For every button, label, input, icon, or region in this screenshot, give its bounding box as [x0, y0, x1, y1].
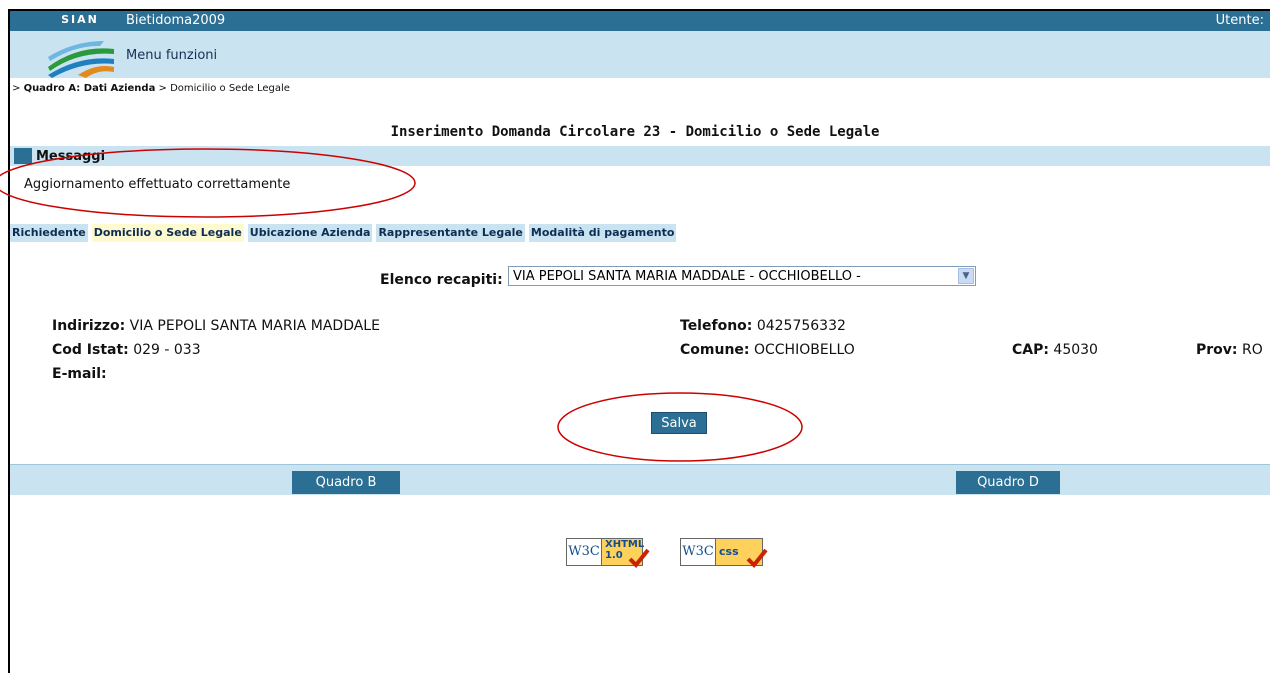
save-button[interactable]: Salva — [651, 412, 707, 434]
prov-value: RO — [1241, 342, 1263, 358]
indirizzo-label: Indirizzo: — [52, 318, 126, 334]
recapiti-selected-value: VIA PEPOLI SANTA MARIA MADDALE - OCCHIOB… — [513, 269, 861, 284]
breadcrumb: > Quadro A: Dati Azienda > Domicilio o S… — [12, 83, 290, 94]
breadcrumb-separator: > — [155, 83, 171, 94]
prov-field: Prov: RO — [1196, 342, 1263, 358]
section-tabs: Richiedente Domicilio o Sede Legale Ubic… — [10, 224, 677, 242]
quadro-d-button[interactable]: Quadro D — [956, 471, 1060, 494]
cod-istat-field: Cod Istat: 029 - 033 — [52, 342, 201, 358]
cod-istat-value: 029 - 033 — [133, 342, 201, 358]
recapiti-label: Elenco recapiti: — [380, 272, 503, 288]
tab-richiedente[interactable]: Richiedente — [10, 224, 88, 242]
recapiti-select[interactable]: VIA PEPOLI SANTA MARIA MADDALE - OCCHIOB… — [508, 266, 976, 286]
chevron-down-icon[interactable]: ▼ — [958, 268, 974, 284]
w3c-css-badge[interactable]: W3C css — [680, 538, 772, 568]
messages-square-icon — [14, 148, 32, 164]
telefono-field: Telefono: 0425756332 — [680, 318, 846, 334]
messages-bar — [10, 146, 1270, 166]
indirizzo-field: Indirizzo: VIA PEPOLI SANTA MARIA MADDAL… — [52, 318, 380, 334]
comune-label: Comune: — [680, 342, 750, 358]
email-field: E-mail: — [52, 366, 107, 382]
breadcrumb-prefix: > — [12, 83, 24, 94]
cap-value: 45030 — [1053, 342, 1098, 358]
breadcrumb-section-link[interactable]: Quadro A: Dati Azienda — [24, 83, 156, 94]
w3c-logo-text-css: W3C — [680, 538, 716, 566]
telefono-label: Telefono: — [680, 318, 753, 334]
messages-title: Messaggi — [36, 149, 106, 164]
checkmark-icon — [628, 548, 650, 568]
messages-text: Aggiornamento effettuato correttamente — [24, 177, 291, 192]
prov-label: Prov: — [1196, 342, 1238, 358]
window-frame-left — [8, 10, 10, 673]
menu-funzioni-link[interactable]: Menu funzioni — [126, 48, 217, 63]
comune-value: OCCHIOBELLO — [753, 342, 855, 358]
fields-logo-icon — [48, 41, 114, 78]
cod-istat-label: Cod Istat: — [52, 342, 129, 358]
cap-field: CAP: 45030 — [1012, 342, 1098, 358]
annotation-overlay — [0, 148, 803, 462]
breadcrumb-current-page: Domicilio o Sede Legale — [170, 83, 290, 94]
cap-label: CAP: — [1012, 342, 1049, 358]
telefono-value: 0425756332 — [756, 318, 846, 334]
checkmark-icon — [746, 548, 768, 568]
w3c-logo-text: W3C — [566, 538, 602, 566]
tab-ubicazione-azienda[interactable]: Ubicazione Azienda — [247, 224, 373, 242]
email-label: E-mail: — [52, 366, 107, 382]
quadro-b-button[interactable]: Quadro B — [292, 471, 400, 494]
tab-domicilio-sede-legale[interactable]: Domicilio o Sede Legale — [91, 224, 244, 242]
comune-field: Comune: OCCHIOBELLO — [680, 342, 855, 358]
app-header: SIAN Bietidoma2009 Menu funzioni Utente: — [10, 11, 1270, 78]
app-title: Bietidoma2009 — [126, 13, 226, 28]
tab-modalita-pagamento[interactable]: Modalità di pagamento — [528, 224, 677, 242]
tab-rappresentante-legale[interactable]: Rappresentante Legale — [376, 224, 525, 242]
page-title: Inserimento Domanda Circolare 23 - Domic… — [390, 124, 880, 140]
user-label: Utente: — [1215, 13, 1264, 28]
bottom-nav-bar — [10, 464, 1270, 495]
indirizzo-value: VIA PEPOLI SANTA MARIA MADDALE — [129, 318, 380, 334]
w3c-xhtml-badge[interactable]: W3C XHTML 1.0 — [566, 538, 656, 568]
sian-logo[interactable]: SIAN — [38, 11, 124, 78]
